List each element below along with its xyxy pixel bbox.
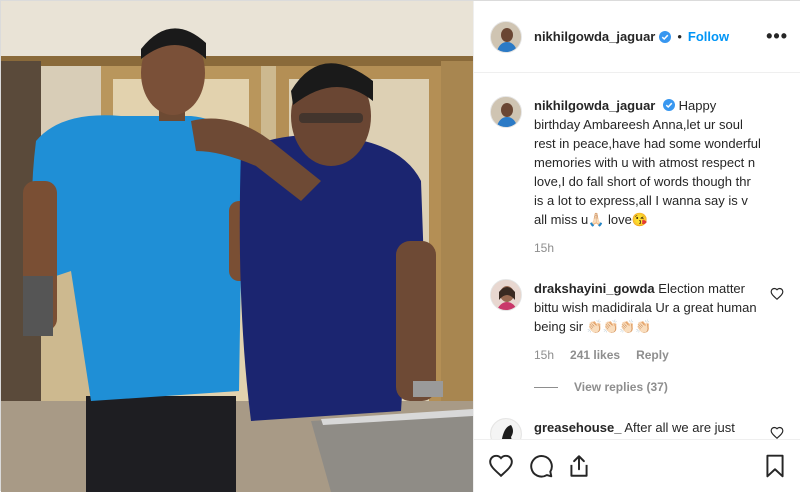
avatar-image (491, 21, 521, 52)
header-separator: • (677, 29, 682, 44)
comment-item: drakshayini_gowda Election matter bittu … (490, 279, 786, 362)
caption-text: Happy birthday Ambareesh Anna,let ur sou… (534, 98, 761, 227)
caption-meta: 15h (534, 241, 786, 255)
bookmark-icon[interactable] (762, 453, 788, 479)
verified-badge-icon (662, 99, 675, 111)
avatar[interactable] (490, 20, 522, 53)
avatar[interactable] (490, 96, 522, 128)
avatar-image (491, 97, 521, 127)
caption-time[interactable]: 15h (534, 241, 554, 255)
comment-likes[interactable]: 241 likes (570, 348, 620, 362)
avatar[interactable] (490, 418, 522, 439)
post-header: nikhilgowda_jaguar • Follow ••• (474, 1, 800, 73)
avatar-image (491, 280, 521, 310)
post-photo[interactable] (1, 1, 473, 492)
action-bar (474, 439, 800, 492)
more-options-icon[interactable]: ••• (766, 27, 788, 45)
comments-section[interactable]: nikhilgowda_jaguar Happy birthday Ambare… (474, 74, 800, 439)
comment-username[interactable]: drakshayini_gowda (534, 281, 655, 296)
avatar-image (491, 419, 521, 439)
reply-button[interactable]: Reply (636, 348, 669, 362)
post-author-username[interactable]: nikhilgowda_jaguar (534, 29, 655, 44)
caption-username[interactable]: nikhilgowda_jaguar (534, 98, 655, 113)
avatar[interactable] (490, 279, 522, 311)
view-replies-label: View replies (37) (574, 380, 668, 394)
comment-item: greasehouse_ After all we are just human… (490, 418, 786, 439)
caption: nikhilgowda_jaguar Happy birthday Ambare… (490, 96, 786, 255)
caption-text-block: nikhilgowda_jaguar Happy birthday Ambare… (534, 96, 786, 229)
verified-badge-icon (659, 30, 672, 43)
heart-icon[interactable] (770, 287, 784, 301)
replies-divider (534, 386, 558, 388)
follow-button[interactable]: Follow (688, 29, 729, 44)
comment-text-block: drakshayini_gowda Election matter bittu … (534, 279, 786, 336)
heart-icon[interactable] (770, 426, 784, 439)
instagram-post-window: nikhilgowda_jaguar • Follow ••• nikhilgo… (0, 0, 800, 492)
heart-icon[interactable] (488, 453, 514, 479)
post-panel: nikhilgowda_jaguar • Follow ••• nikhilgo… (473, 1, 800, 492)
view-replies-button[interactable]: View replies (37) (490, 380, 786, 394)
comment-icon[interactable] (528, 453, 554, 479)
comment-time[interactable]: 15h (534, 348, 554, 362)
share-icon[interactable] (566, 453, 592, 479)
comment-text-block: greasehouse_ After all we are just human… (534, 418, 786, 439)
comment-username[interactable]: greasehouse_ (534, 420, 621, 435)
comment-meta: 15h 241 likes Reply (534, 348, 786, 362)
photo-illustration (1, 1, 473, 492)
